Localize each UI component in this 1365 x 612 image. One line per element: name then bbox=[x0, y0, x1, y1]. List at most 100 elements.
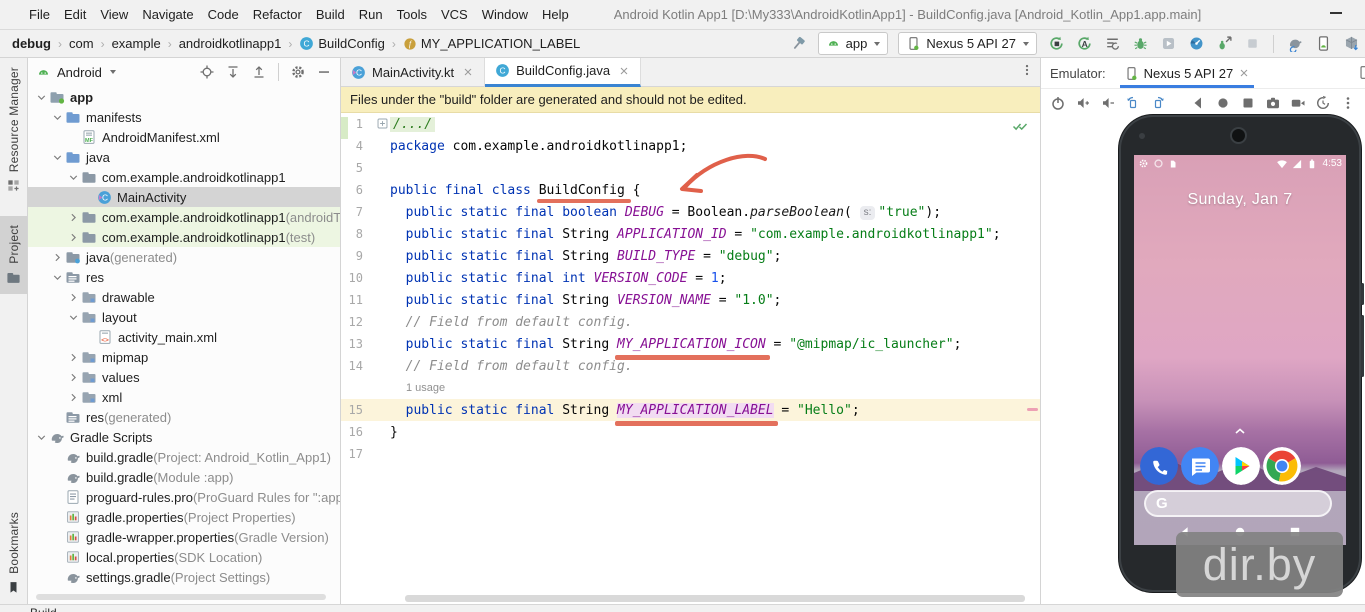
menu-navigate[interactable]: Navigate bbox=[135, 4, 200, 25]
tree-item-manifests[interactable]: manifests bbox=[28, 107, 340, 127]
phone-screen[interactable]: 4:53 Sunday, Jan 7 G bbox=[1134, 155, 1346, 545]
tree-item-java-generated[interactable]: java (generated) bbox=[28, 247, 340, 267]
line-number[interactable]: 14 bbox=[341, 359, 387, 373]
tree-item-com-example-androidkotlinapp1-test[interactable]: com.example.androidkotlinapp1 (test) bbox=[28, 227, 340, 247]
chevron-right-icon[interactable] bbox=[66, 231, 81, 244]
close-icon[interactable] bbox=[618, 65, 630, 77]
collapse-all-button[interactable] bbox=[247, 60, 271, 84]
emu-volume-up-button[interactable] bbox=[1072, 92, 1094, 114]
editor-tab-buildconfig-java[interactable]: CBuildConfig.java bbox=[485, 58, 641, 87]
device-manager-button[interactable] bbox=[1311, 32, 1335, 56]
toolwindow-tab-resource-manager[interactable]: Resource Manager bbox=[0, 58, 27, 202]
messages-app-icon[interactable] bbox=[1181, 447, 1219, 485]
line-number[interactable]: 10 bbox=[341, 271, 387, 285]
menu-window[interactable]: Window bbox=[475, 4, 535, 25]
tree-item-app[interactable]: app bbox=[28, 87, 340, 107]
menu-help[interactable]: Help bbox=[535, 4, 576, 25]
inspections-ok-icon[interactable] bbox=[1012, 118, 1028, 134]
minimize-button[interactable] bbox=[1325, 4, 1347, 22]
chevron-right-icon[interactable] bbox=[66, 391, 81, 404]
tree-item-gradle-scripts[interactable]: Gradle Scripts bbox=[28, 427, 340, 447]
line-number[interactable]: 6 bbox=[341, 183, 387, 197]
profile-button[interactable] bbox=[1156, 32, 1180, 56]
chevron-down-icon[interactable] bbox=[34, 431, 49, 444]
editor-horizontal-scrollbar[interactable] bbox=[405, 595, 1025, 602]
close-icon[interactable] bbox=[1238, 67, 1250, 79]
menu-build[interactable]: Build bbox=[309, 4, 352, 25]
make-hammer-button[interactable] bbox=[787, 32, 811, 56]
tree-item-proguard-rules-pro-proguard-rules-for-app[interactable]: proguard-rules.pro (ProGuard Rules for "… bbox=[28, 487, 340, 507]
tree-item-mainactivity[interactable]: CMainActivity bbox=[28, 187, 340, 207]
chevron-right-icon[interactable] bbox=[66, 291, 81, 304]
stop-button[interactable] bbox=[1240, 32, 1264, 56]
code-area[interactable]: 1/.../4package com.example.androidkotlin… bbox=[341, 113, 1040, 465]
tree-item-build-gradle-module-app[interactable]: build.gradle (Module :app) bbox=[28, 467, 340, 487]
chevron-right-icon[interactable] bbox=[50, 251, 65, 264]
tree-item-com-example-androidkotlinapp1[interactable]: com.example.androidkotlinapp1 bbox=[28, 167, 340, 187]
tree-item-res-generated[interactable]: res (generated) bbox=[28, 407, 340, 427]
sdk-manager-button[interactable] bbox=[1339, 32, 1363, 56]
line-number[interactable]: 4 bbox=[341, 139, 387, 153]
chevron-up-icon[interactable] bbox=[1232, 423, 1248, 439]
build-list-button[interactable] bbox=[1100, 32, 1124, 56]
tree-item-xml[interactable]: xml bbox=[28, 387, 340, 407]
profiler-button[interactable] bbox=[1184, 32, 1208, 56]
gradle-sync-button[interactable] bbox=[1283, 32, 1307, 56]
debug-button[interactable] bbox=[1128, 32, 1152, 56]
line-number[interactable]: 12 bbox=[341, 315, 387, 329]
breadcrumb-item-androidkotlinapp1[interactable]: androidkotlinapp1 bbox=[177, 34, 284, 53]
attach-debugger-button[interactable] bbox=[1212, 32, 1236, 56]
tree-item-res[interactable]: res bbox=[28, 267, 340, 287]
project-view-selector[interactable]: Android bbox=[36, 65, 195, 80]
emu-back-button[interactable] bbox=[1187, 92, 1209, 114]
emu-overview-button[interactable] bbox=[1237, 92, 1259, 114]
toolwindow-tab-bookmarks[interactable]: Bookmarks bbox=[0, 503, 27, 604]
tree-item-values[interactable]: values bbox=[28, 367, 340, 387]
menu-refactor[interactable]: Refactor bbox=[246, 4, 309, 25]
close-icon[interactable] bbox=[462, 66, 474, 78]
apply-code-changes-button[interactable]: A bbox=[1072, 32, 1096, 56]
emu-rotate-left-button[interactable] bbox=[1122, 92, 1144, 114]
emu-rotate-right-button[interactable] bbox=[1147, 92, 1169, 114]
breadcrumb-item-buildconfig[interactable]: CBuildConfig bbox=[297, 34, 387, 53]
chrome-app-icon[interactable] bbox=[1263, 447, 1301, 485]
device-select[interactable]: Nexus 5 API 27 bbox=[898, 32, 1037, 55]
menu-vcs[interactable]: VCS bbox=[434, 4, 475, 25]
menu-run[interactable]: Run bbox=[352, 4, 390, 25]
chevron-right-icon[interactable] bbox=[66, 371, 81, 384]
error-stripe-mark[interactable] bbox=[1027, 408, 1038, 411]
tree-item-activity-main-xml[interactable]: <>activity_main.xml bbox=[28, 327, 340, 347]
hide-panel-button[interactable] bbox=[312, 60, 336, 84]
tree-item-com-example-androidkotlinapp1-androidtest[interactable]: com.example.androidkotlinapp1 (androidTe… bbox=[28, 207, 340, 227]
chevron-right-icon[interactable] bbox=[66, 211, 81, 224]
run-restart-button[interactable] bbox=[1044, 32, 1068, 56]
line-number[interactable]: 11 bbox=[341, 293, 387, 307]
chevron-down-icon[interactable] bbox=[66, 311, 81, 324]
tree-item-drawable[interactable]: drawable bbox=[28, 287, 340, 307]
emu-home-button[interactable] bbox=[1212, 92, 1234, 114]
emulator-device-tab[interactable]: Nexus 5 API 27 bbox=[1120, 58, 1255, 88]
chevron-right-icon[interactable] bbox=[66, 351, 81, 364]
emu-snapshots-button[interactable] bbox=[1312, 92, 1334, 114]
menu-view[interactable]: View bbox=[93, 4, 135, 25]
editor-panel[interactable]: CMainActivity.ktCBuildConfig.java Files … bbox=[341, 58, 1040, 604]
tree-item-java[interactable]: java bbox=[28, 147, 340, 167]
line-number[interactable]: 16 bbox=[341, 425, 387, 439]
more-vertical-icon[interactable] bbox=[1020, 63, 1034, 77]
google-search-bar[interactable]: G bbox=[1144, 490, 1332, 517]
chevron-down-icon[interactable] bbox=[50, 111, 65, 124]
line-number[interactable]: 9 bbox=[341, 249, 387, 263]
breadcrumb-item-example[interactable]: example bbox=[110, 34, 163, 53]
project-horizontal-scrollbar[interactable] bbox=[36, 594, 326, 600]
tree-item-androidmanifest-xml[interactable]: MFAndroidManifest.xml bbox=[28, 127, 340, 147]
run-configuration-select[interactable]: app bbox=[818, 32, 889, 55]
tree-item-gradle-wrapper-properties-gradle-version[interactable]: gradle-wrapper.properties (Gradle Versio… bbox=[28, 527, 340, 547]
phone-app-icon[interactable] bbox=[1140, 447, 1178, 485]
breadcrumb-item-com[interactable]: com bbox=[67, 34, 96, 53]
chevron-down-icon[interactable] bbox=[66, 171, 81, 184]
line-number[interactable]: 17 bbox=[341, 447, 387, 461]
play-store-app-icon[interactable] bbox=[1222, 447, 1260, 485]
settings-gear-button[interactable] bbox=[286, 60, 310, 84]
emu-more-button[interactable] bbox=[1337, 92, 1359, 114]
chevron-down-icon[interactable] bbox=[50, 271, 65, 284]
